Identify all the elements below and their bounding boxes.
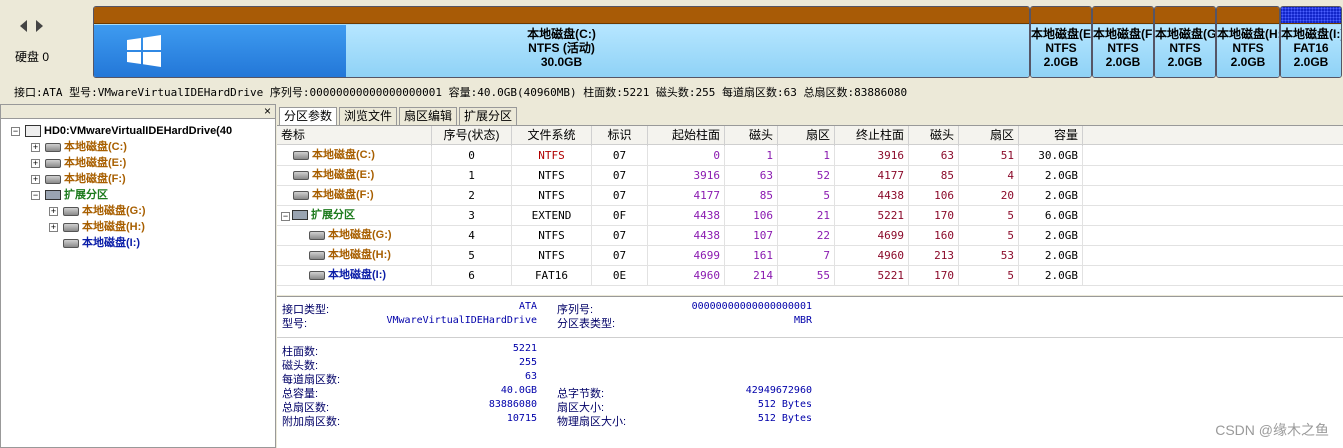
expand-icon[interactable]: + <box>31 175 40 184</box>
extended-partition-icon <box>45 190 61 201</box>
partition-size: 2.0GB <box>1167 55 1203 69</box>
next-disk-icon[interactable] <box>36 20 43 32</box>
tree-label: 扩展分区 <box>64 189 108 201</box>
col-capacity[interactable]: 容量 <box>1019 126 1083 146</box>
tree-item-e[interactable]: + 本地磁盘(E:) <box>31 155 126 171</box>
collapse-icon[interactable]: − <box>31 191 40 200</box>
tree-label: 本地磁盘(I:) <box>82 237 141 249</box>
tab-browse-files[interactable]: 浏览文件 <box>339 107 398 125</box>
table-row[interactable]: 本地磁盘(E:) 1 NTFS 07 3916 63 52 4177 85 4 … <box>277 166 1343 186</box>
tab-partition-params[interactable]: 分区参数 <box>279 107 338 126</box>
tree-label: 本地磁盘(G:) <box>82 205 146 217</box>
col-start-head[interactable]: 磁头 <box>725 126 778 146</box>
tree-label: 本地磁盘(E:) <box>64 157 127 169</box>
partition-size: 2.0GB <box>1293 55 1329 69</box>
expand-icon[interactable]: + <box>31 143 40 152</box>
col-start-cyl[interactable]: 起始柱面 <box>648 126 725 146</box>
tab-extended-partition[interactable]: 扩展分区 <box>459 107 518 125</box>
partition-fs: NTFS <box>1107 41 1139 55</box>
tree-label: 本地磁盘(C:) <box>64 141 127 153</box>
tree-item-g[interactable]: + 本地磁盘(G:) <box>49 203 146 219</box>
detail-panel: 分区参数 浏览文件 扇区编辑 扩展分区 卷标 序号(状态) 文件系统 标识 起始… <box>277 104 1343 448</box>
drive-icon <box>45 174 61 184</box>
tree-root-disk[interactable]: − HD0:VMwareVirtualIDEHardDrive(40 <box>11 123 232 139</box>
tree-label: 本地磁盘(F:) <box>64 173 126 185</box>
disk-info-line: 接口:ATA 型号:VMwareVirtualIDEHardDrive 序列号:… <box>14 86 908 99</box>
col-start-sector[interactable]: 扇区 <box>778 126 835 146</box>
expand-icon[interactable]: + <box>49 223 58 232</box>
tree-item-extended[interactable]: − 扩展分区 <box>31 187 108 203</box>
collapse-icon[interactable]: − <box>281 212 290 221</box>
tree-item-c[interactable]: + 本地磁盘(C:) <box>31 139 127 155</box>
partition-fs: NTFS <box>1232 41 1264 55</box>
watermark: CSDN @缘木之鱼 <box>1215 422 1329 438</box>
partition-block-e[interactable]: 本地磁盘(E:) NTFS 2.0GB <box>1030 6 1092 78</box>
col-volume[interactable]: 卷标 <box>277 126 432 146</box>
partition-size: 2.0GB <box>1043 55 1079 69</box>
col-end-sector[interactable]: 扇区 <box>959 126 1019 146</box>
expand-icon[interactable]: + <box>49 207 58 216</box>
col-index[interactable]: 序号(状态) <box>432 126 512 146</box>
partition-fs: NTFS <box>1169 41 1201 55</box>
col-fs[interactable]: 文件系统 <box>512 126 592 146</box>
drive-icon <box>309 270 325 280</box>
drive-icon <box>63 222 79 232</box>
partition-fs: NTFS (活动) <box>528 41 595 55</box>
table-row[interactable]: − 扩展分区 3 EXTEND 0F 4438 106 21 5221 170 5… <box>277 206 1343 226</box>
drive-icon <box>63 206 79 216</box>
table-row[interactable]: 本地磁盘(C:) 0 NTFS 07 0 1 1 3916 63 51 30.0… <box>277 146 1343 166</box>
partition-name: 本地磁盘(C:) <box>527 27 596 41</box>
tree-label: HD0:VMwareVirtualIDEHardDrive(40 <box>44 125 233 137</box>
drive-icon <box>63 238 79 248</box>
drive-icon <box>293 170 309 180</box>
disk-icon <box>25 125 41 138</box>
col-id[interactable]: 标识 <box>592 126 648 146</box>
partition-size: 2.0GB <box>1230 55 1266 69</box>
partition-block-i[interactable]: 本地磁盘(I:) FAT16 2.0GB <box>1280 6 1342 78</box>
disk-tree-panel: × − HD0:VMwareVirtualIDEHardDrive(40 + 本… <box>0 104 276 448</box>
partition-size: 30.0GB <box>540 55 583 69</box>
drive-icon <box>45 142 61 152</box>
drive-icon <box>309 250 325 260</box>
disk-map: 硬盘 0 本地磁盘(C:) NTFS (活动) 30.0GB 本地磁盘(E:) … <box>0 0 1343 82</box>
close-panel-icon[interactable]: × <box>264 104 271 118</box>
partition-name: 本地磁盘(H:) <box>1217 27 1280 41</box>
disk-info-panel: 接口类型: ATA 序列号: 00000000000000000001 型号: … <box>277 296 1343 448</box>
table-row[interactable]: 本地磁盘(F:) 2 NTFS 07 4177 85 5 4438 106 20… <box>277 186 1343 206</box>
partition-size: 2.0GB <box>1105 55 1141 69</box>
tab-sector-edit[interactable]: 扇区编辑 <box>399 107 458 125</box>
collapse-icon[interactable]: − <box>11 127 20 136</box>
tree-label: 本地磁盘(H:) <box>82 221 145 233</box>
tree-item-h[interactable]: + 本地磁盘(H:) <box>49 219 145 235</box>
table-row[interactable]: 本地磁盘(G:) 4 NTFS 07 4438 107 22 4699 160 … <box>277 226 1343 246</box>
partition-table: 卷标 序号(状态) 文件系统 标识 起始柱面 磁头 扇区 终止柱面 磁头 扇区 … <box>277 125 1343 295</box>
partition-block-g[interactable]: 本地磁盘(G:) NTFS 2.0GB <box>1154 6 1216 78</box>
disk-label: 硬盘 0 <box>15 50 50 64</box>
expand-icon[interactable]: + <box>31 159 40 168</box>
extended-partition-icon <box>292 210 308 221</box>
tree-item-f[interactable]: + 本地磁盘(F:) <box>31 171 126 187</box>
partition-fs: FAT16 <box>1293 41 1329 55</box>
tree-header: × <box>1 104 275 119</box>
drive-icon <box>309 230 325 240</box>
disk-nav <box>18 20 48 36</box>
col-end-cyl[interactable]: 终止柱面 <box>835 126 909 146</box>
drive-icon <box>293 190 309 200</box>
drive-icon <box>45 158 61 168</box>
partition-fs: NTFS <box>1045 41 1077 55</box>
partition-name: 本地磁盘(I:) <box>1281 27 1342 41</box>
partition-name: 本地磁盘(E:) <box>1031 27 1092 41</box>
prev-disk-icon[interactable] <box>20 20 27 32</box>
partition-name: 本地磁盘(F:) <box>1093 27 1154 41</box>
drive-icon <box>293 150 309 160</box>
partition-block-c[interactable]: 本地磁盘(C:) NTFS (活动) 30.0GB <box>93 6 1030 78</box>
table-row[interactable]: 本地磁盘(H:) 5 NTFS 07 4699 161 7 4960 213 5… <box>277 246 1343 266</box>
partition-name: 本地磁盘(G:) <box>1155 27 1216 41</box>
tree-item-i[interactable]: 本地磁盘(I:) <box>49 235 140 251</box>
col-end-head[interactable]: 磁头 <box>909 126 959 146</box>
partition-block-h[interactable]: 本地磁盘(H:) NTFS 2.0GB <box>1216 6 1280 78</box>
table-row[interactable]: 本地磁盘(I:) 6 FAT16 0E 4960 214 55 5221 170… <box>277 266 1343 286</box>
table-header: 卷标 序号(状态) 文件系统 标识 起始柱面 磁头 扇区 终止柱面 磁头 扇区 … <box>277 126 1343 146</box>
partition-block-f[interactable]: 本地磁盘(F:) NTFS 2.0GB <box>1092 6 1154 78</box>
